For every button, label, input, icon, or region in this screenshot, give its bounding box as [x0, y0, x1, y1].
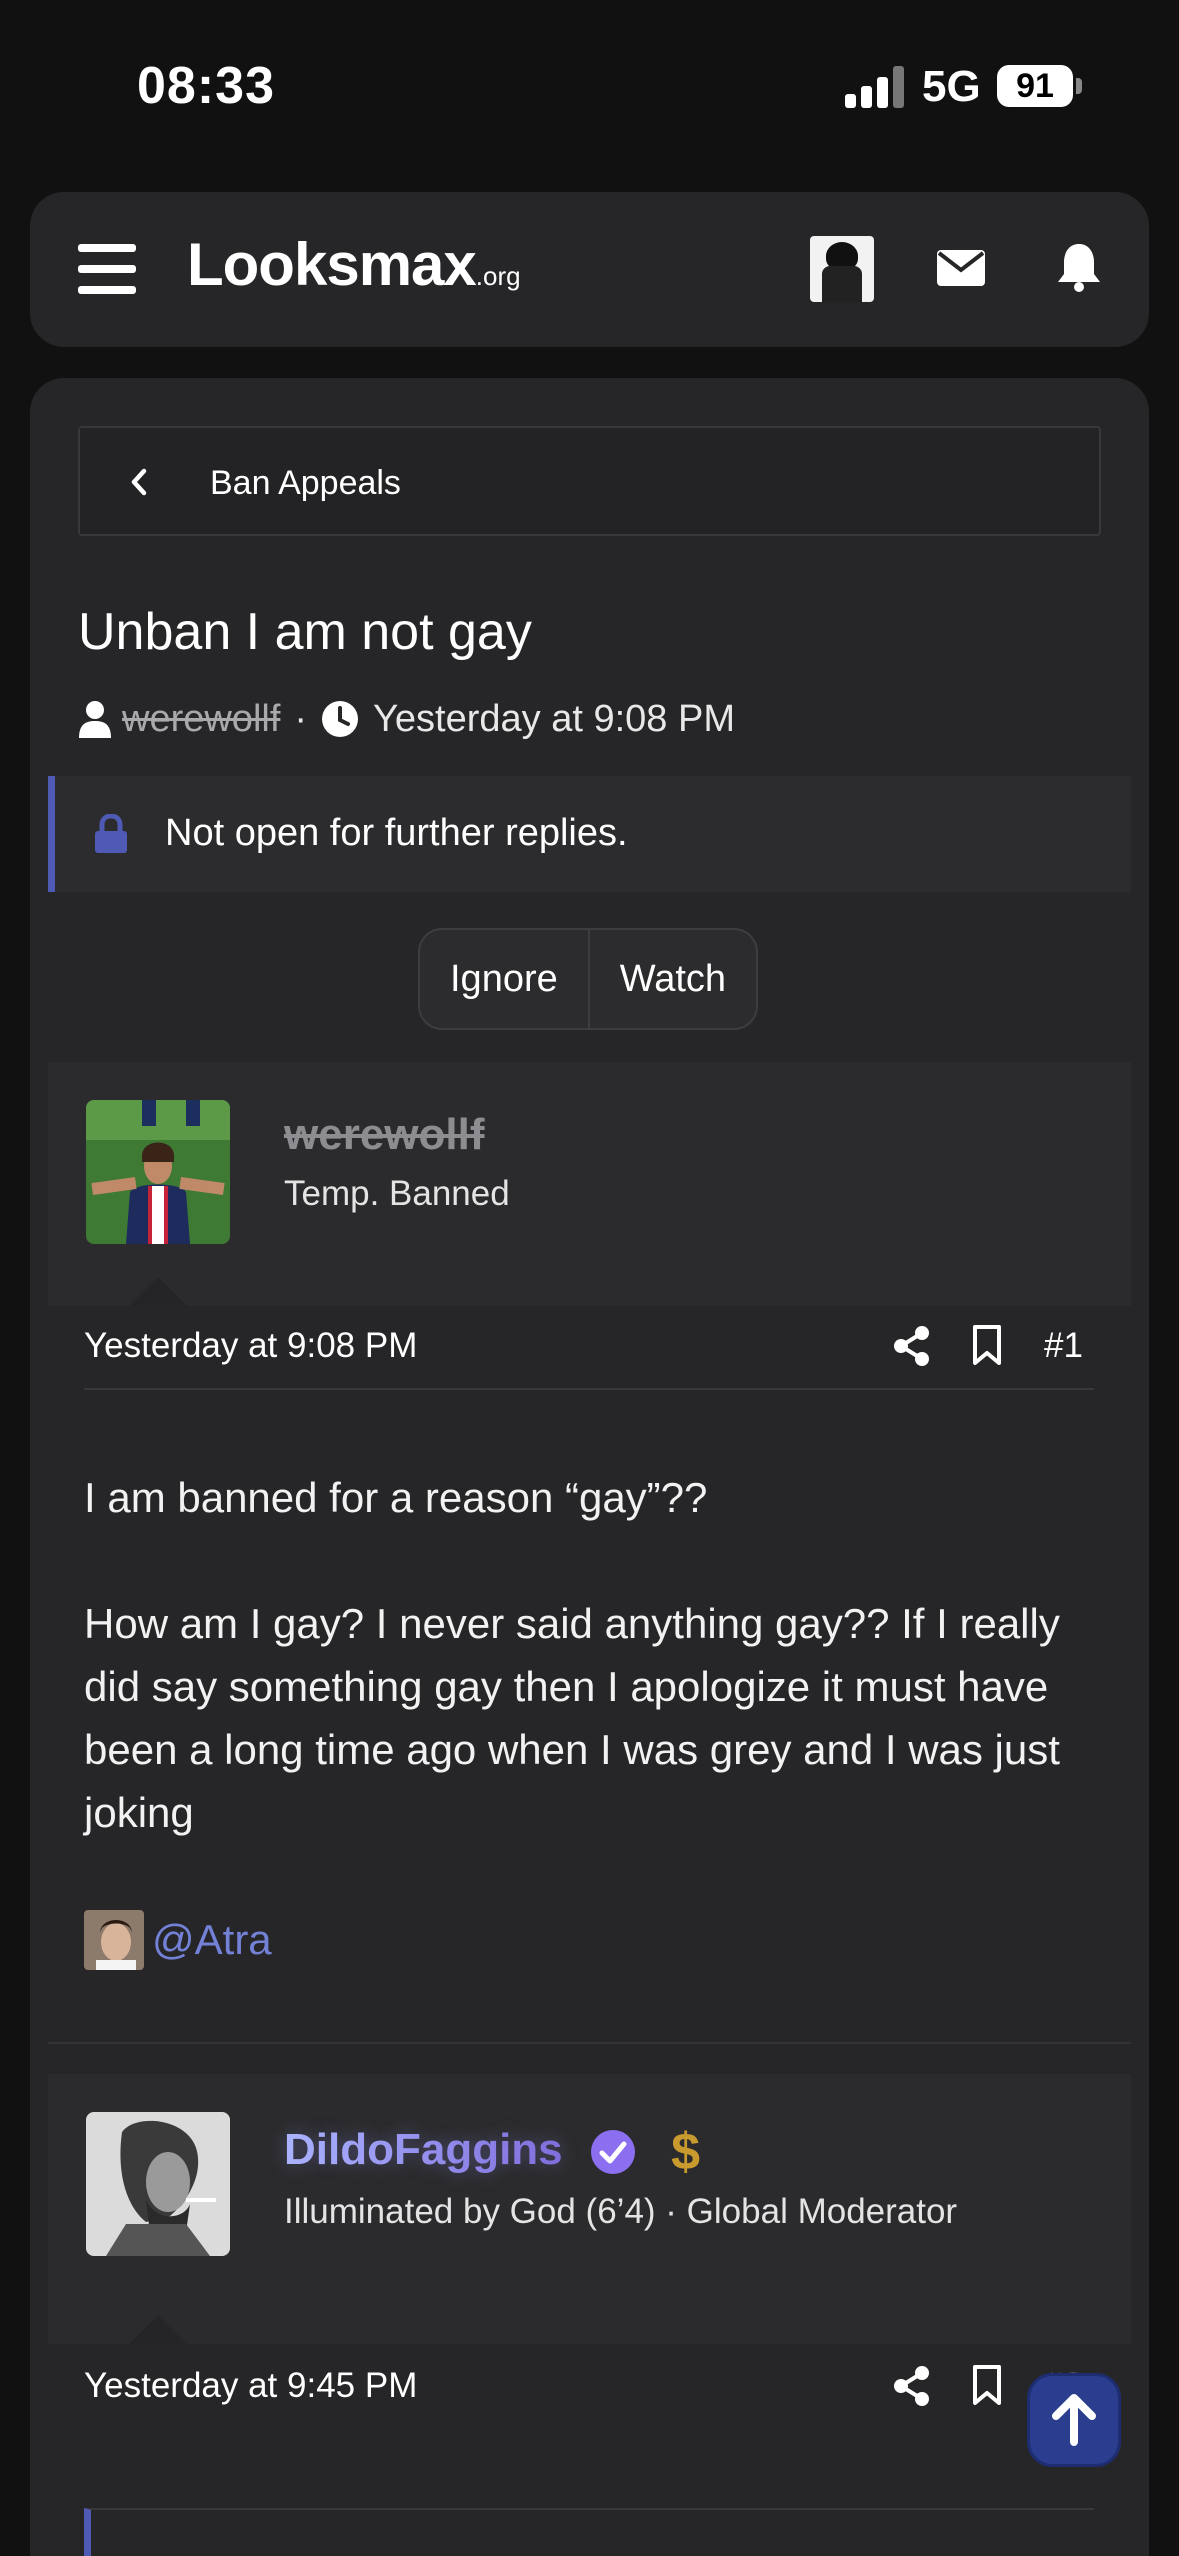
- post-divider: [48, 2042, 1131, 2044]
- notice-text: Not open for further replies.: [165, 812, 628, 854]
- closed-notice: Not open for further replies.: [48, 776, 1131, 892]
- post-1-number[interactable]: #1: [1044, 1326, 1083, 1366]
- quote-block: [84, 2508, 1094, 2556]
- post-1-paragraph: How am I gay? I never said anything gay?…: [84, 1600, 1060, 1836]
- clock-icon: [322, 701, 359, 737]
- site-header: Looksmax.org: [30, 192, 1149, 347]
- watch-button[interactable]: Watch: [587, 930, 756, 1028]
- post-1-user-title: Temp. Banned: [284, 1174, 510, 1213]
- status-bar: 08:33 5G 91: [0, 0, 1179, 170]
- share-icon[interactable]: [894, 1326, 930, 1366]
- user-icon: [79, 701, 111, 738]
- mail-icon[interactable]: [937, 248, 985, 288]
- scroll-to-top-button[interactable]: [1030, 2376, 1118, 2464]
- post-2-user-title: Illuminated by God (6’4) · Global Modera…: [284, 2192, 958, 2231]
- ignore-button[interactable]: Ignore: [420, 930, 588, 1028]
- hamburger-menu-icon[interactable]: [78, 244, 136, 294]
- post-2-notch: [128, 2315, 188, 2345]
- dollar-badge-icon: $: [671, 2123, 701, 2181]
- bookmark-icon[interactable]: [972, 1324, 1002, 1366]
- post-1-avatar[interactable]: [86, 1100, 230, 1244]
- mention-avatar: [84, 1910, 144, 1970]
- chevron-left-icon: [131, 468, 147, 496]
- post-1-mention[interactable]: @Atra: [84, 1908, 272, 1972]
- thread-author[interactable]: werewollf: [122, 698, 280, 741]
- post-2-username-row: DildoFaggins $: [284, 2122, 700, 2182]
- post-2-date[interactable]: Yesterday at 9:45 PM: [84, 2366, 417, 2406]
- network-label: 5G: [922, 62, 981, 111]
- post-2-username[interactable]: DildoFaggins: [284, 2125, 563, 2174]
- post-1-user-header: werewollf Temp. Banned: [48, 1062, 1131, 1307]
- bell-icon[interactable]: [1056, 242, 1102, 292]
- post-1-paragraph: I am banned for a reason “gay”??: [84, 1474, 708, 1521]
- bookmark-icon[interactable]: [972, 2364, 1002, 2406]
- mention-link[interactable]: @Atra: [152, 1916, 272, 1964]
- post-1-date[interactable]: Yesterday at 9:08 PM: [84, 1326, 417, 1366]
- post-1-notch: [128, 1277, 188, 1307]
- post-1-meta: Yesterday at 9:08 PM #1: [84, 1306, 1094, 1390]
- post-2-avatar[interactable]: [86, 2112, 230, 2256]
- breadcrumb-label: Ban Appeals: [210, 464, 401, 502]
- post-2-user-header: DildoFaggins $ Illuminated by God (6’4) …: [48, 2074, 1131, 2345]
- battery-tip: [1076, 78, 1082, 94]
- lock-icon: [95, 814, 127, 853]
- breadcrumb[interactable]: Ban Appeals: [78, 426, 1101, 536]
- thread-title: Unban I am not gay: [78, 603, 532, 661]
- thread-meta: werewollf · Yesterday at 9:08 PM: [78, 694, 735, 744]
- account-avatar[interactable]: [810, 236, 874, 302]
- signal-icon: [845, 66, 905, 108]
- thread-panel: Ban Appeals Unban I am not gay werewollf…: [30, 378, 1149, 2556]
- battery-icon: 91: [997, 65, 1073, 107]
- verified-badge-icon: [590, 2130, 635, 2174]
- status-time: 08:33: [137, 57, 275, 115]
- arrow-up-icon: [1052, 2394, 1096, 2446]
- post-1-username[interactable]: werewollf: [284, 1110, 485, 1160]
- thread-date[interactable]: Yesterday at 9:08 PM: [373, 698, 735, 741]
- share-icon[interactable]: [894, 2366, 930, 2406]
- post-2-meta: Yesterday at 9:45 PM #2: [84, 2346, 1094, 2430]
- thread-actions: Ignore Watch: [418, 928, 759, 1030]
- meta-separator: ·: [294, 697, 308, 740]
- site-logo[interactable]: Looksmax.org: [187, 230, 521, 299]
- post-1-body: I am banned for a reason “gay”?? How am …: [84, 1466, 1094, 1844]
